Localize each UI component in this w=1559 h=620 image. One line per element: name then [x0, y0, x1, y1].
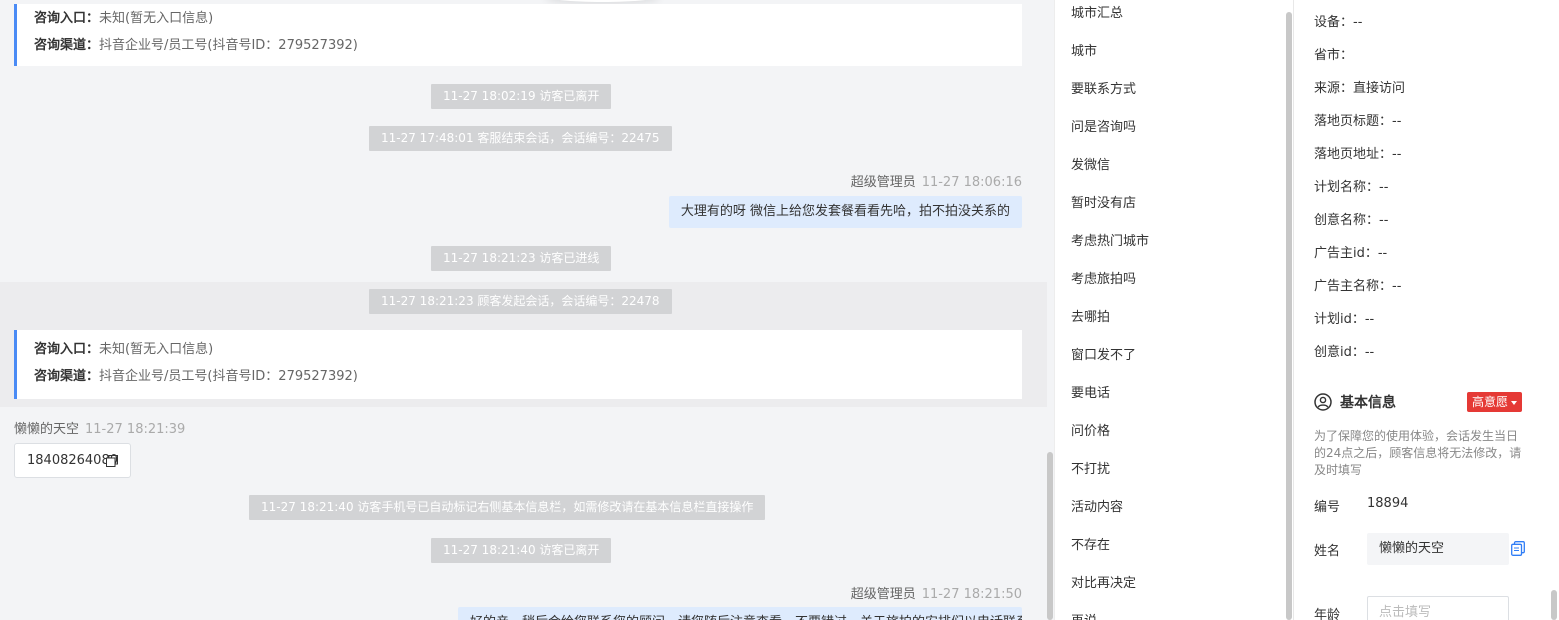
channel-label: 咨询渠道： [34, 369, 100, 384]
basic-info-label: 基本信息 [1340, 395, 1396, 411]
info-scrollbar[interactable] [1551, 590, 1557, 620]
edit-notice: 为了保障您的使用体验，会话发生当日的24点之后，顾客信息将无法修改，请及时填写 [1314, 429, 1522, 477]
floating-shadow [545, 0, 660, 2]
system-message: 11-27 18:02:19 访客已离开 [431, 84, 612, 109]
advertiser-name-row: 广告主名称：-- [1314, 279, 1402, 294]
system-message: 11-27 18:21:40 访客已离开 [431, 538, 612, 563]
quick-reply-item[interactable]: 发微信 [1071, 154, 1110, 173]
consult-info-card: 咨询入口：未知(暂无入口信息) 咨询渠道：抖音企业号/员工号(抖音号ID：279… [14, 330, 1022, 399]
source-row: 来源：直接访问 [1314, 81, 1406, 96]
system-message: 11-27 18:21:23 顾客发起会话，会话编号：22478 [369, 289, 672, 314]
creative-id-row: 创意id：-- [1314, 345, 1375, 360]
visitor-message-bubble[interactable]: 18408264080 [14, 443, 131, 478]
quick-reply-scrollbar[interactable] [1286, 12, 1292, 620]
agent-message-bubble[interactable]: 好的亲，稍后会给您联系您的顾问，请您随后注意查看，不要错过，关于旅拍的安排们以电… [458, 607, 1022, 620]
creative-name-row: 创意名称：-- [1314, 213, 1389, 228]
quick-reply-item[interactable]: 考虑热门城市 [1071, 230, 1149, 249]
quick-reply-list: 城市汇总 城市 要联系方式 问是咨询吗 发微信 暂时没有店 考虑热门城市 考虑旅… [1054, 0, 1294, 620]
sender-name: 懒懒的天空 [14, 422, 80, 437]
message-time: 11-27 18:21:39 [85, 422, 186, 437]
quick-reply-item[interactable]: 不打扰 [1071, 458, 1110, 477]
quick-reply-item[interactable]: 要联系方式 [1071, 78, 1136, 97]
message-meta: 超级管理员 11-27 18:06:16 [851, 171, 1022, 190]
message-time: 11-27 18:06:16 [921, 175, 1022, 190]
copy-icon[interactable] [106, 455, 118, 467]
agent-message-bubble[interactable]: 大理有的呀 微信上给您发套餐看看先哈，拍不拍没关系的 [668, 196, 1022, 228]
age-label: 年龄 [1314, 608, 1341, 620]
quick-reply-item[interactable]: 窗口发不了 [1071, 344, 1136, 363]
name-field[interactable]: 懒懒的天空 [1367, 533, 1509, 565]
quick-reply-item[interactable]: 要电话 [1071, 382, 1110, 401]
visitor-info-panel: 设备：-- 省市： 来源：直接访问 落地页标题：-- 落地页地址：-- 计划名称… [1294, 0, 1559, 620]
message-meta: 懒懒的天空 11-27 18:21:39 [14, 418, 185, 437]
system-message: 11-27 18:21:40 访客手机号已自动标记右侧基本信息栏，如需修改请在基… [249, 495, 766, 520]
quick-reply-item[interactable]: 活动内容 [1071, 496, 1123, 515]
age-input[interactable] [1367, 596, 1509, 620]
copy-icon[interactable] [1511, 541, 1525, 556]
quick-reply-item[interactable]: 去哪拍 [1071, 306, 1110, 325]
consult-info-card: 咨询入口：未知(暂无入口信息) 咨询渠道：抖音企业号/员工号(抖音号ID：279… [14, 4, 1022, 66]
message-meta: 超级管理员 11-27 18:21:50 [851, 583, 1022, 602]
plan-id-row: 计划id：-- [1314, 312, 1375, 327]
entry-label: 咨询入口： [34, 11, 100, 26]
intent-badge-label: 高意愿 [1472, 395, 1509, 409]
quick-reply-item[interactable]: 暂时没有店 [1071, 192, 1136, 211]
chat-scrollbar[interactable] [1047, 0, 1054, 620]
entry-value: 未知(暂无入口信息) [99, 342, 214, 357]
quick-reply-item[interactable]: 不存在 [1071, 534, 1110, 553]
chat-scrollbar-thumb[interactable] [1047, 452, 1053, 620]
device-row: 设备：-- [1314, 15, 1363, 30]
phone-number-text: 18408264080 [27, 453, 118, 468]
sender-name: 超级管理员 [850, 175, 916, 190]
advertiser-id-row: 广告主id：-- [1314, 246, 1388, 261]
sender-name: 超级管理员 [850, 587, 916, 602]
quick-reply-item[interactable]: 城市汇总 [1071, 2, 1123, 21]
quick-reply-item[interactable]: 考虑旅拍吗 [1071, 268, 1136, 287]
basic-info-title: 基本信息 [1314, 392, 1396, 412]
entry-value: 未知(暂无入口信息) [99, 11, 214, 26]
caret-down-icon [1511, 400, 1518, 405]
chat-pane: 咨询入口：未知(暂无入口信息) 咨询渠道：抖音企业号/员工号(抖音号ID：279… [0, 0, 1047, 620]
quick-reply-item[interactable]: 再说 [1071, 610, 1097, 620]
quick-reply-item[interactable]: 问价格 [1071, 420, 1110, 439]
quick-reply-item[interactable]: 对比再决定 [1071, 572, 1136, 591]
entry-label: 咨询入口： [34, 342, 100, 357]
plan-name-row: 计划名称：-- [1314, 180, 1389, 195]
name-label: 姓名 [1314, 544, 1341, 559]
message-time: 11-27 18:21:50 [921, 587, 1022, 602]
system-message: 11-27 17:48:01 客服结束会话，会话编号：22475 [369, 126, 672, 151]
channel-label: 咨询渠道： [34, 38, 100, 53]
intent-badge[interactable]: 高意愿 [1467, 392, 1523, 412]
system-message: 11-27 18:21:23 访客已进线 [431, 246, 612, 271]
landing-title-row: 落地页标题：-- [1314, 114, 1402, 129]
id-value: 18894 [1367, 496, 1409, 511]
channel-value: 抖音企业号/员工号(抖音号ID：279527392) [99, 38, 358, 53]
id-label: 编号 [1314, 500, 1341, 515]
channel-value: 抖音企业号/员工号(抖音号ID：279527392) [99, 369, 358, 384]
landing-url-row: 落地页地址：-- [1314, 147, 1402, 162]
quick-reply-item[interactable]: 问是咨询吗 [1071, 116, 1136, 135]
province-row: 省市： [1314, 48, 1354, 63]
user-circle-icon [1314, 393, 1332, 411]
quick-reply-item[interactable]: 城市 [1071, 40, 1097, 59]
